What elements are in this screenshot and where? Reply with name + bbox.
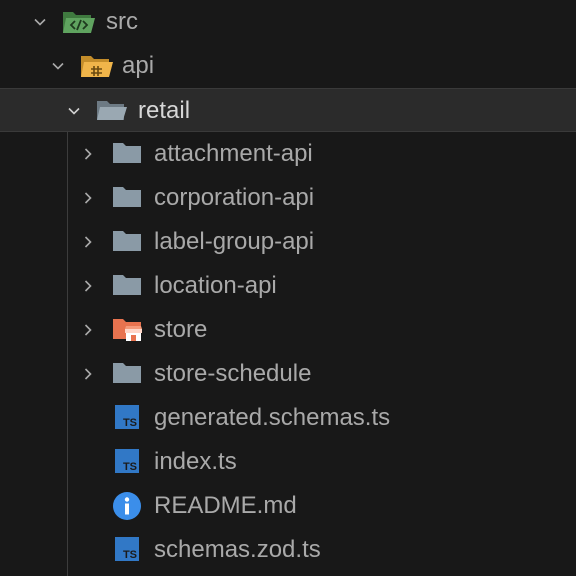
- tree-item-label: generated.schemas.ts: [154, 404, 391, 431]
- store-folder-icon: [112, 308, 144, 352]
- file-explorer-tree: src api retail attachment-api corporatio…: [0, 0, 576, 576]
- source-folder-open-icon: [62, 0, 95, 44]
- svg-text:TS: TS: [123, 417, 137, 429]
- folder-icon: [112, 176, 144, 220]
- chevron-down-icon[interactable]: [64, 89, 84, 133]
- svg-text:TS: TS: [123, 461, 137, 473]
- tree-item-label: schemas.zod.ts: [154, 536, 321, 563]
- chevron-right-icon[interactable]: [78, 132, 98, 176]
- folder-icon: [112, 264, 144, 308]
- tree-item-label: location-api: [154, 272, 277, 299]
- chevron-right-icon[interactable]: [78, 176, 98, 220]
- chevron-down-icon[interactable]: [30, 0, 50, 44]
- tree-item-folder[interactable]: attachment-api: [0, 132, 576, 176]
- chevron-down-icon[interactable]: [48, 44, 68, 88]
- svg-text:TS: TS: [123, 549, 137, 561]
- typescript-file-icon: TS: [114, 440, 146, 484]
- info-icon: [112, 484, 144, 528]
- tree-item-retail[interactable]: retail: [0, 88, 576, 132]
- tree-item-folder[interactable]: location-api: [0, 264, 576, 308]
- tree-item-label: retail: [138, 97, 191, 124]
- tree-item-file[interactable]: TS generated.schemas.ts: [0, 396, 576, 440]
- folder-icon: [112, 220, 144, 264]
- tree-item-label: index.ts: [154, 448, 237, 475]
- tree-item-folder[interactable]: store: [0, 308, 576, 352]
- tree-item-label: README.md: [154, 492, 297, 519]
- chevron-right-icon[interactable]: [78, 352, 98, 396]
- tree-item-label: label-group-api: [154, 228, 315, 255]
- chevron-right-icon[interactable]: [78, 308, 98, 352]
- tree-item-folder[interactable]: label-group-api: [0, 220, 576, 264]
- tree-item-src[interactable]: src: [0, 0, 576, 44]
- api-folder-open-icon: [80, 44, 113, 88]
- folder-icon: [112, 132, 144, 176]
- chevron-right-icon[interactable]: [78, 220, 98, 264]
- tree-item-label: src: [106, 8, 138, 35]
- tree-item-file[interactable]: TS schemas.zod.ts: [0, 528, 576, 572]
- tree-item-api[interactable]: api: [0, 44, 576, 88]
- typescript-file-icon: TS: [114, 528, 146, 572]
- tree-item-label: store-schedule: [154, 360, 312, 387]
- tree-item-file[interactable]: README.md: [0, 484, 576, 528]
- chevron-right-icon[interactable]: [78, 264, 98, 308]
- tree-item-label: api: [122, 52, 155, 79]
- tree-item-label: attachment-api: [154, 140, 313, 167]
- folder-open-icon: [96, 89, 128, 133]
- tree-item-folder[interactable]: store-schedule: [0, 352, 576, 396]
- tree-item-label: store: [154, 316, 208, 343]
- tree-item-file[interactable]: TS index.ts: [0, 440, 576, 484]
- folder-icon: [112, 352, 144, 396]
- tree-item-folder[interactable]: corporation-api: [0, 176, 576, 220]
- typescript-file-icon: TS: [114, 396, 146, 440]
- tree-item-label: corporation-api: [154, 184, 315, 211]
